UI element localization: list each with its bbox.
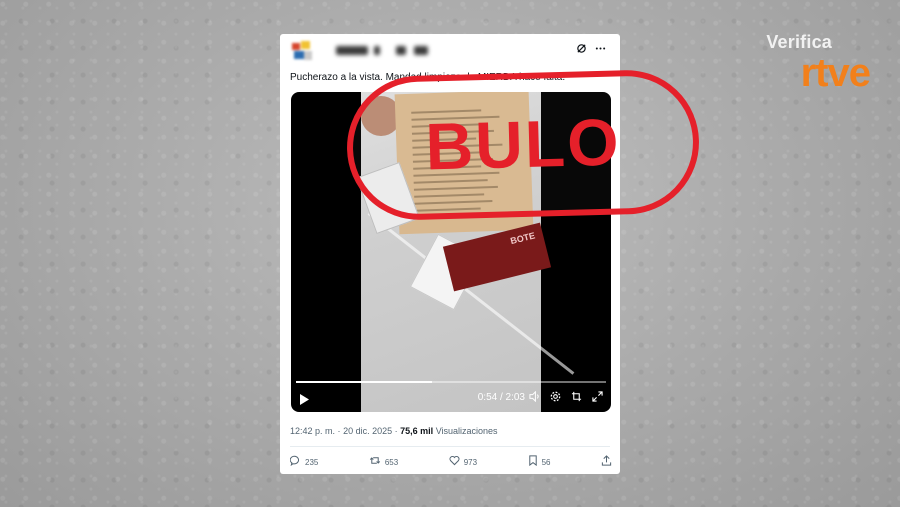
leaflet-text: BOTE: [509, 230, 537, 247]
reply-icon: [289, 455, 301, 469]
tweet-time[interactable]: 12:42 p. m.: [290, 426, 335, 436]
play-icon[interactable]: [299, 392, 309, 410]
video-time: 0:54 / 2:03: [477, 392, 525, 403]
author-separator-blurred: [374, 46, 380, 55]
tweet-meta: 12:42 p. m. · 20 dic. 2025 · 75,6 mil Vi…: [290, 426, 498, 436]
rtve-wordmark: rtve: [800, 51, 871, 95]
header-actions: [576, 43, 606, 57]
rtve-verifica-logo: Verifica rtve: [766, 32, 871, 95]
tweet-date[interactable]: 20 dic. 2025: [343, 426, 392, 436]
heart-icon: [449, 455, 460, 469]
video-progress-fill: [296, 381, 433, 383]
volume-icon[interactable]: [528, 390, 540, 406]
tweet-header: [290, 39, 610, 63]
verifica-label: Verifica: [766, 32, 832, 52]
bookmark-count: 56: [541, 457, 551, 467]
video-progress-bar[interactable]: [296, 381, 606, 383]
bulo-stamp-text: BULO: [424, 104, 622, 184]
grok-icon[interactable]: [576, 43, 587, 57]
bookmark-icon: [528, 455, 538, 469]
bulo-stamp: BULO: [345, 68, 701, 222]
views-count: 75,6 mil: [400, 426, 434, 436]
like-count: 973: [463, 457, 478, 467]
reply-button[interactable]: 235: [289, 455, 319, 469]
author-handle-blurred-2: [414, 46, 428, 55]
share-button[interactable]: [601, 455, 612, 469]
retweet-icon: [369, 455, 381, 469]
more-icon[interactable]: [595, 43, 606, 57]
pip-icon[interactable]: [570, 391, 582, 406]
reply-count: 235: [305, 457, 319, 467]
like-button[interactable]: 973: [449, 455, 477, 469]
meta-separator: ·: [337, 426, 341, 436]
video-controls: 0:54 / 2:03: [291, 388, 611, 408]
meta-separator: ·: [394, 426, 398, 436]
author-handle-blurred-1: [396, 46, 406, 55]
author-name-blurred[interactable]: [336, 46, 368, 55]
retweet-count: 653: [384, 457, 399, 467]
fullscreen-icon[interactable]: [591, 391, 603, 406]
avatar-blurred[interactable]: [290, 41, 314, 63]
campaign-leaflet-image: BOTE: [442, 222, 552, 292]
share-icon: [601, 455, 612, 469]
divider: [290, 446, 610, 447]
tweet-actions: 235 653 973 56: [289, 454, 612, 470]
retweet-button[interactable]: 653: [369, 455, 398, 469]
bookmark-button[interactable]: 56: [528, 455, 551, 469]
settings-icon[interactable]: [549, 391, 561, 406]
views-label: Visualizaciones: [435, 426, 498, 436]
